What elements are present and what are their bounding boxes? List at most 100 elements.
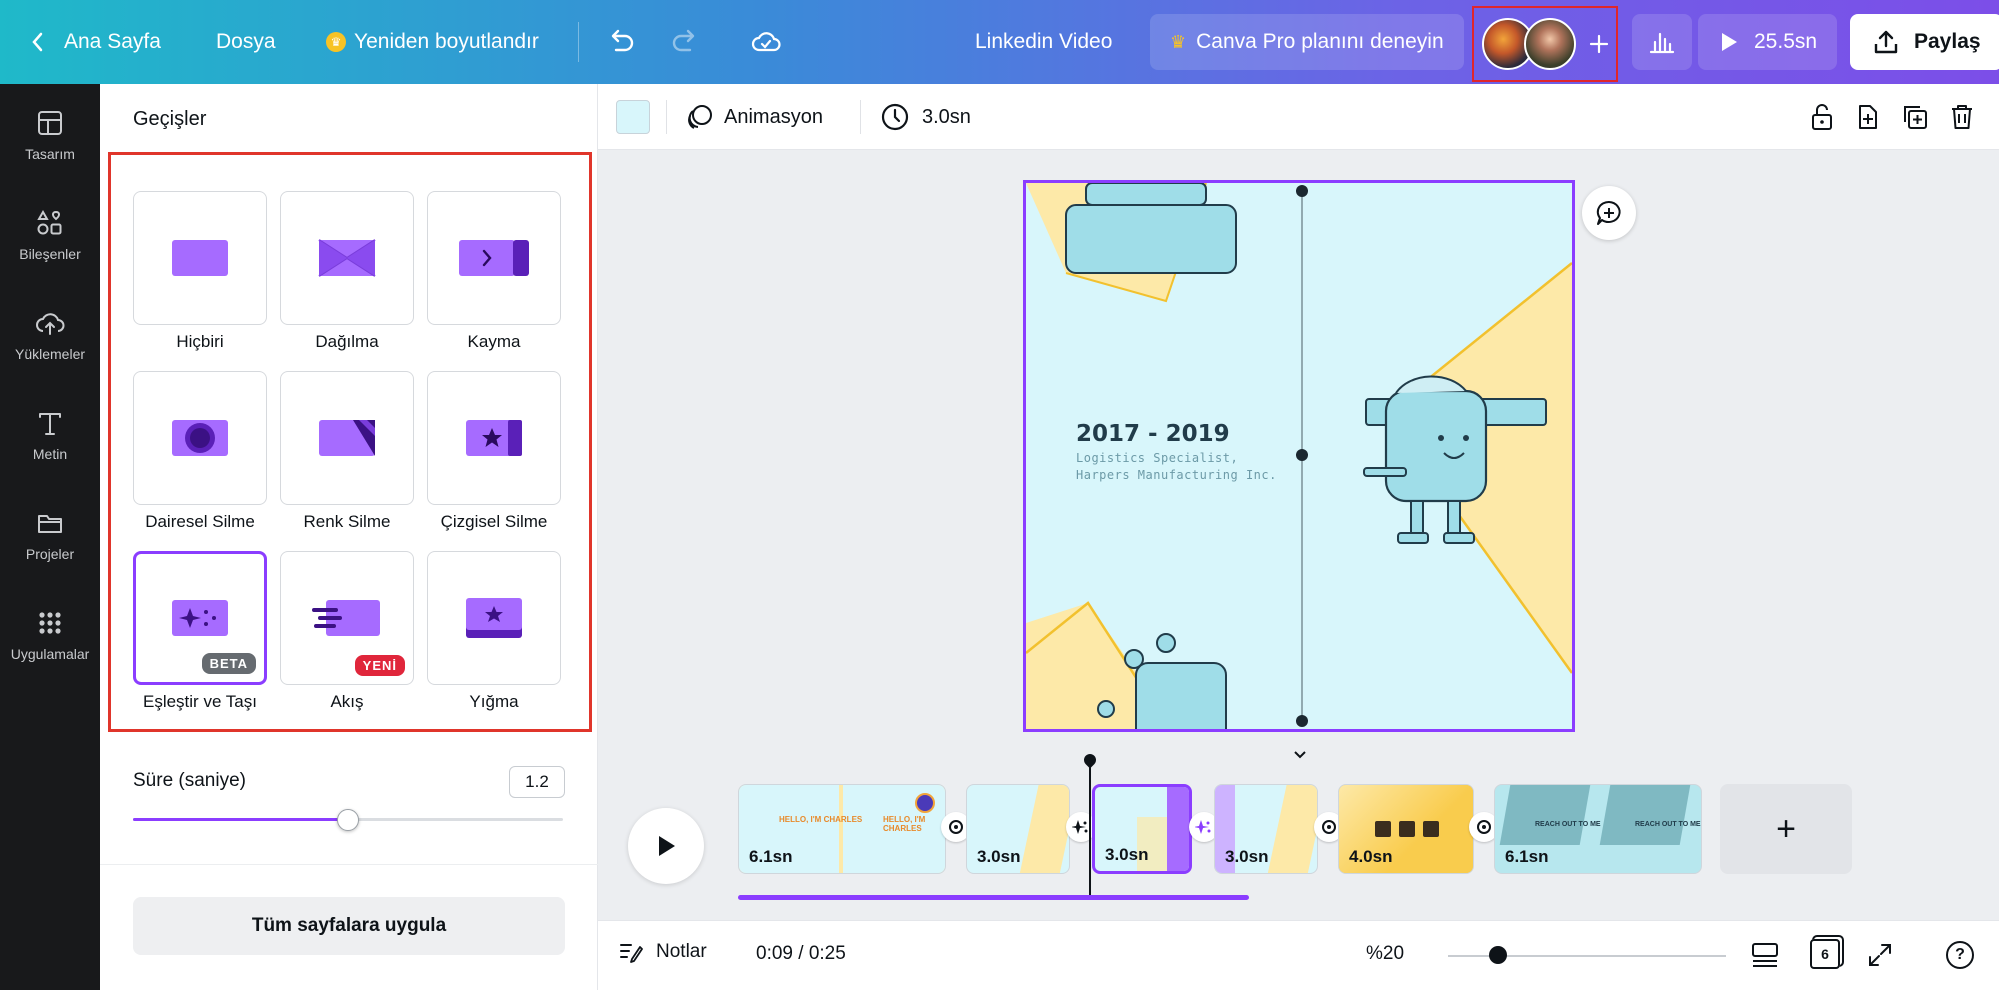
sidebar-item-text[interactable]: Metin	[0, 390, 100, 480]
avatar[interactable]	[1524, 18, 1576, 70]
apply-all-pages-button[interactable]: Tüm sayfalara uygula	[133, 897, 565, 955]
insights-button[interactable]	[1632, 14, 1692, 70]
avatar	[915, 793, 935, 813]
sidebar-item-apps[interactable]: Uygulamalar	[0, 590, 100, 680]
transition-circle-wipe-card[interactable]	[133, 371, 267, 505]
clip-thumb	[1399, 821, 1415, 837]
sidebar-item-projects[interactable]: Projeler	[0, 490, 100, 580]
resize-button[interactable]: ♛ Yeniden boyutlandır	[326, 0, 539, 84]
trash-icon	[1952, 105, 1972, 129]
page-line-2[interactable]: Harpers Manufacturing Inc.	[1076, 468, 1277, 482]
notes-button[interactable]: Notlar	[618, 939, 707, 965]
transition-match-move-card[interactable]: BETA	[133, 551, 267, 685]
animation-button[interactable]: Animasyon	[686, 100, 823, 134]
pages-count-button[interactable]: 6	[1810, 939, 1840, 969]
cloud-save-button[interactable]	[750, 0, 782, 84]
undo-button[interactable]	[606, 0, 636, 84]
timeline-clip[interactable]: 4.0sn	[1338, 784, 1474, 874]
clip-duration: 6.1sn	[749, 847, 793, 866]
top-bar: Ana Sayfa Dosya ♛ Yeniden boyutlandır Li…	[0, 0, 1999, 84]
delete-page-button[interactable]	[1948, 102, 1976, 137]
left-sidebar: Tasarım Bileşenler Yüklemeler Metin Proj…	[0, 84, 100, 990]
timeline-clip[interactable]: 3.0sn	[1214, 784, 1318, 874]
page-duration-button[interactable]: 3.0sn	[880, 100, 971, 134]
divider	[100, 864, 598, 865]
comment-plus-icon	[1596, 200, 1621, 225]
duplicate-page-button[interactable]	[1900, 102, 1930, 137]
transition-stack-card[interactable]	[427, 551, 561, 685]
timeline-progress-fill	[738, 895, 1249, 900]
resize-label: Yeniden boyutlandır	[354, 30, 539, 53]
chevron-left-icon	[32, 32, 43, 52]
add-page-button[interactable]	[1854, 102, 1882, 137]
sidebar-item-elements[interactable]: Bileşenler	[0, 190, 100, 280]
try-pro-label: Canva Pro planını deneyin	[1196, 30, 1444, 53]
footer-bar: Notlar 0:09 / 0:25 %20 6 ?	[598, 920, 1999, 990]
transition-circle-wipe-icon	[172, 420, 228, 456]
transition-icon	[1322, 820, 1336, 834]
notes-icon	[620, 944, 643, 963]
upload-cloud-icon	[36, 313, 65, 335]
duration-input[interactable]: 1.2	[509, 766, 565, 798]
timeline-play-button[interactable]	[628, 808, 704, 884]
back-button[interactable]: Ana Sayfa	[28, 0, 161, 84]
crown-icon: ♛	[326, 32, 346, 52]
fullscreen-button[interactable]	[1866, 941, 1894, 974]
timeline-clip[interactable]: 3.0sn	[966, 784, 1070, 874]
present-play-button[interactable]: 25.5sn	[1698, 14, 1838, 70]
share-label: Paylaş	[1914, 30, 1981, 53]
transition-color-wipe-card[interactable]	[280, 371, 414, 505]
timeline-clip[interactable]: HELLO, I'M CHARLES HELLO, I'M CHARLES 6.…	[738, 784, 946, 874]
document-title[interactable]: Linkedin Video	[975, 0, 1112, 84]
transition-line-wipe-card[interactable]	[427, 371, 561, 505]
transition-none-icon	[172, 240, 228, 276]
clip-duration: 3.0sn	[1225, 847, 1269, 866]
plus-icon[interactable]	[1588, 33, 1610, 55]
lock-button[interactable]	[1808, 102, 1836, 137]
zoom-slider-thumb[interactable]	[1489, 946, 1508, 964]
clip-duration: 4.0sn	[1349, 847, 1393, 866]
clip-thumb	[1267, 785, 1317, 873]
zoom-value[interactable]: %20	[1366, 943, 1404, 965]
sidebar-item-design[interactable]: Tasarım	[0, 90, 100, 180]
divider	[578, 22, 579, 62]
duration-slider[interactable]	[133, 809, 563, 831]
folder-icon	[38, 515, 62, 533]
help-button[interactable]: ?	[1946, 941, 1974, 969]
share-button[interactable]: Paylaş	[1850, 14, 1999, 70]
collaborators-group[interactable]	[1472, 6, 1618, 82]
transition-stack-icon	[466, 598, 522, 638]
page-line-1[interactable]: Logistics Specialist,	[1076, 451, 1238, 465]
transition-label: Eşleştir ve Taşı	[142, 692, 257, 711]
sidebar-item-label: Metin	[32, 446, 68, 462]
grid-view-button[interactable]	[1750, 941, 1780, 974]
apps-grid-icon	[39, 612, 61, 634]
clip-duration: 3.0sn	[977, 847, 1021, 866]
divider	[860, 100, 861, 134]
zoom-slider[interactable]	[1448, 946, 1726, 964]
clip-transition-overlay	[1167, 787, 1189, 871]
elements-icon	[37, 209, 62, 235]
page-heading[interactable]: 2017 - 2019	[1076, 421, 1230, 447]
slider-thumb[interactable]	[337, 809, 359, 831]
animation-label: Animasyon	[724, 105, 823, 128]
playhead[interactable]	[1089, 756, 1091, 900]
add-comment-button[interactable]	[1582, 186, 1636, 240]
design-page[interactable]: 2017 - 2019 Logistics Specialist, Harper…	[1023, 180, 1575, 732]
transition-none-card[interactable]	[133, 191, 267, 325]
timeline-clip-selected[interactable]: 3.0sn	[1092, 784, 1192, 874]
timeline-clip[interactable]: REACH OUT TO ME REACH OUT TO ME 6.1sn	[1494, 784, 1702, 874]
redo-button[interactable]	[670, 0, 700, 84]
transition-dissolve-card[interactable]	[280, 191, 414, 325]
try-pro-button[interactable]: ♛ Canva Pro planını deneyin	[1150, 14, 1464, 70]
sidebar-item-uploads[interactable]: Yüklemeler	[0, 290, 100, 380]
transition-flow-card[interactable]: YENİ	[280, 551, 414, 685]
playback-time: 0:09 / 0:25	[756, 943, 846, 964]
sidebar-item-label: Yüklemeler	[14, 346, 86, 362]
transition-slide-card[interactable]	[427, 191, 561, 325]
transition-label: Çizgisel Silme	[440, 512, 548, 531]
collapse-timeline-button[interactable]	[1250, 744, 1350, 766]
add-page-timeline-button[interactable]: +	[1720, 784, 1852, 874]
file-menu-button[interactable]: Dosya	[216, 0, 276, 84]
background-color-swatch[interactable]	[616, 100, 650, 134]
